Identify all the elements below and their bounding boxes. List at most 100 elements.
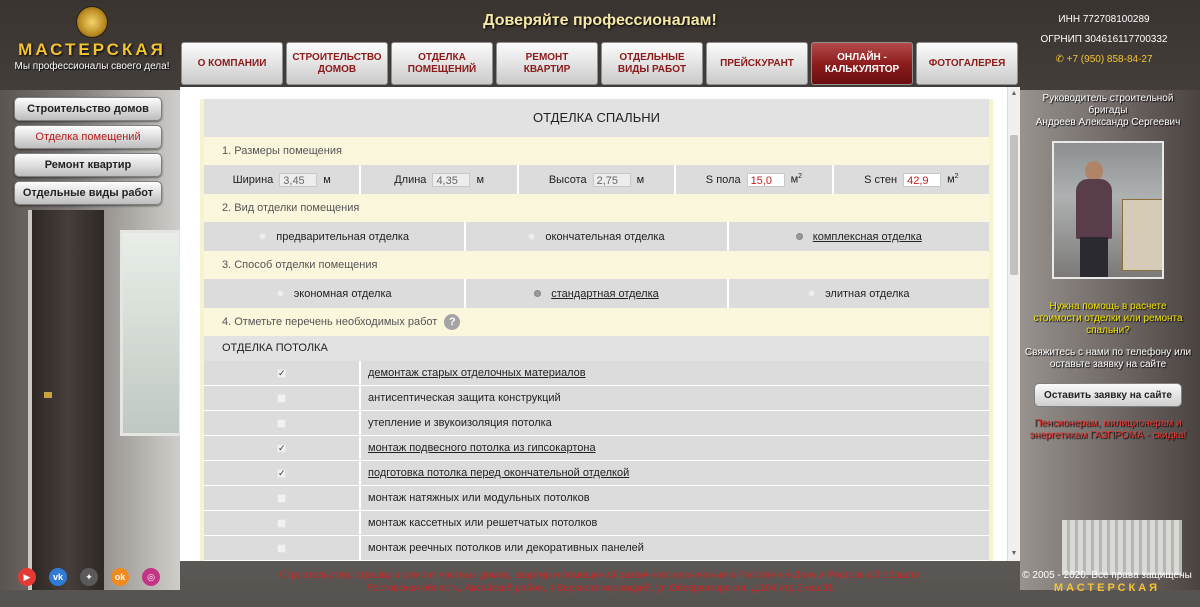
instagram-icon[interactable]: ◎ [142,568,160,586]
vertical-scrollbar[interactable]: ▲ ▼ [1007,87,1020,561]
work-row[interactable]: ✓ демонтаж старых отделочных материалов [204,361,989,386]
background-radiator [1062,520,1182,575]
works-list-heading: 4. Отметьте перечень необходимых работ [222,316,438,328]
walls-area-unit: м2 [947,173,959,186]
work-label[interactable]: монтаж натяжных или модульных потолков [361,486,590,510]
nav-item-house-building[interactable]: СТРОИТЕЛЬСТВО ДОМОВ [286,42,388,85]
nav-item-separate-works[interactable]: ОТДЕЛЬНЫЕ ВИДЫ РАБОТ [601,42,703,85]
work-label[interactable]: подготовка потолка перед окончательной о… [361,461,629,485]
floor-area-unit: м2 [790,173,803,186]
manager-photo [1052,141,1164,279]
width-label: Ширина [232,173,274,186]
copyright: © 2005 - 2020. Все права защищены МАСТЕР… [1022,570,1192,594]
checkbox-checked-icon[interactable]: ✓ [277,368,286,378]
checkbox-icon[interactable] [277,518,286,528]
youtube-icon[interactable]: ▶ [18,568,36,586]
checkbox-icon[interactable] [277,418,286,428]
walls-area-label: S стен [864,173,898,186]
site-logo[interactable]: МАСТЕРСКАЯ Мы профессионалы своего дела! [12,6,172,72]
nav-item-photo-gallery[interactable]: ФОТОГАЛЕРЕЯ [916,42,1018,85]
checkbox-checked-icon[interactable]: ✓ [277,468,286,478]
finish-type-option-complex[interactable]: комплексная отделка [729,222,989,251]
height-input[interactable]: 2,75 [592,172,631,187]
footer-description: Строительство, отделка и ремонт частных … [240,569,960,595]
nav-item-price-list[interactable]: ПРЕЙСКУРАНТ [706,42,808,85]
nav-item-apartment-repair[interactable]: РЕМОНТ КВАРТИР [496,42,598,85]
width-unit: м [323,173,331,186]
ogrnip-text: ОГРНИП 304616117700332 [1040,34,1168,45]
phone-link[interactable]: ✆ +7 (950) 858-84-27 [1024,50,1184,70]
radio-icon[interactable] [528,233,536,240]
width-input[interactable]: 3,45 [279,172,318,187]
checkbox-checked-icon[interactable]: ✓ [277,443,286,453]
floor-area-cell: S пола 15,0 м2 [676,165,834,194]
work-label[interactable]: демонтаж старых отделочных материалов [361,361,586,385]
vk-icon[interactable]: vk [49,568,67,586]
finish-type-label: окончательная отделка [545,230,665,243]
sidebar-item-apartment-repair[interactable]: Ремонт квартир [14,153,162,177]
section-finish-method: 3. Способ отделки помещения [204,251,989,279]
work-row[interactable]: антисептическая защита конструкций [204,386,989,411]
inn-text: ИНН 772708100289 [1058,14,1150,25]
height-cell: Высота 2,75 м [519,165,677,194]
height-unit: м [636,173,645,186]
radio-icon[interactable] [276,290,284,297]
work-row[interactable]: монтаж реечных потолков или декоративных… [204,536,989,561]
sparkle-icon[interactable]: ✦ [80,568,98,586]
sidebar-item-interior-finishing[interactable]: Отделка помещений [14,125,162,149]
sidebar-item-house-building[interactable]: Строительство домов [14,97,162,121]
radio-icon[interactable] [259,233,267,240]
width-cell: Ширина 3,45 м [204,165,362,194]
checkbox-icon[interactable] [277,493,286,503]
work-label[interactable]: монтаж реечных потолков или декоративных… [361,536,644,560]
work-label[interactable]: утепление и звукоизоляция потолка [361,411,552,435]
odnoklassniki-icon[interactable]: ok [111,568,129,586]
work-label[interactable]: монтаж подвесного потолка из гипсокартон… [361,436,596,460]
work-label[interactable]: монтаж кассетных или решетчатых потолков [361,511,597,535]
nav-item-interior-finishing[interactable]: ОТДЕЛКА ПОМЕЩЕНИЙ [391,42,493,85]
social-links: ▶ vk ✦ ok ◎ [18,568,173,586]
radio-selected-icon[interactable] [534,290,542,297]
finish-method-option-elite[interactable]: элитная отделка [729,279,989,308]
header-slogan: Доверяйте профессионалам! [483,12,717,29]
length-cell: Длина 4,35 м [361,165,519,194]
right-panel: Руководитель строительной бригады Андрее… [1024,93,1192,442]
finish-method-label: стандартная отделка [551,287,659,300]
scroll-down-arrow-icon[interactable]: ▼ [1010,549,1018,559]
finish-method-options: экономная отделка стандартная отделка эл… [204,279,989,308]
calculator-content: ОТДЕЛКА СПАЛЬНИ 1. Размеры помещения Шир… [200,99,993,561]
copyright-text: © 2005 - 2020. Все права защищены [1022,570,1192,581]
background-window [120,230,182,436]
scrollbar-thumb[interactable] [1010,135,1018,275]
finish-method-option-economy[interactable]: экономная отделка [204,279,467,308]
work-row[interactable]: монтаж кассетных или решетчатых потолков [204,511,989,536]
work-row[interactable]: монтаж натяжных или модульных потолков [204,486,989,511]
floor-area-label: S пола [705,173,741,186]
finish-method-label: экономная отделка [293,287,392,300]
length-input[interactable]: 4,35 [432,172,471,187]
header-contacts: ИНН 772708100289 ОГРНИП 304616117700332 … [1024,10,1184,70]
section-room-size: 1. Размеры помещения [204,137,989,165]
finish-type-label: предварительная отделка [276,230,410,243]
finish-method-option-standard[interactable]: стандартная отделка [466,279,729,308]
work-row[interactable]: утепление и звукоизоляция потолка [204,411,989,436]
nav-item-about[interactable]: О КОМПАНИИ [181,42,283,85]
help-icon[interactable]: ? [444,314,461,331]
scroll-up-arrow-icon[interactable]: ▲ [1010,89,1018,99]
ceiling-group-heading: ОТДЕЛКА ПОТОЛКА [204,336,989,361]
leave-request-button[interactable]: Оставить заявку на сайте [1034,383,1182,407]
work-row[interactable]: ✓ монтаж подвесного потолка из гипсокарт… [204,436,989,461]
footer-brand: МАСТЕРСКАЯ [1053,582,1161,594]
work-label[interactable]: антисептическая защита конструкций [361,386,561,410]
checkbox-icon[interactable] [277,393,286,403]
sidebar-item-separate-works[interactable]: Отдельные виды работ [14,181,162,205]
radio-icon[interactable] [808,290,816,297]
finish-type-option-final[interactable]: окончательная отделка [466,222,729,251]
work-row[interactable]: ✓ подготовка потолка перед окончательной… [204,461,989,486]
nav-item-online-calculator[interactable]: ОНЛАЙН - КАЛЬКУЛЯТОР [811,42,913,85]
finish-type-option-preliminary[interactable]: предварительная отделка [204,222,467,251]
logo-title: МАСТЕРСКАЯ [18,40,166,59]
checkbox-icon[interactable] [277,543,286,553]
calculator-panel: ОТДЕЛКА СПАЛЬНИ 1. Размеры помещения Шир… [180,87,1020,561]
radio-selected-icon[interactable] [795,233,803,240]
